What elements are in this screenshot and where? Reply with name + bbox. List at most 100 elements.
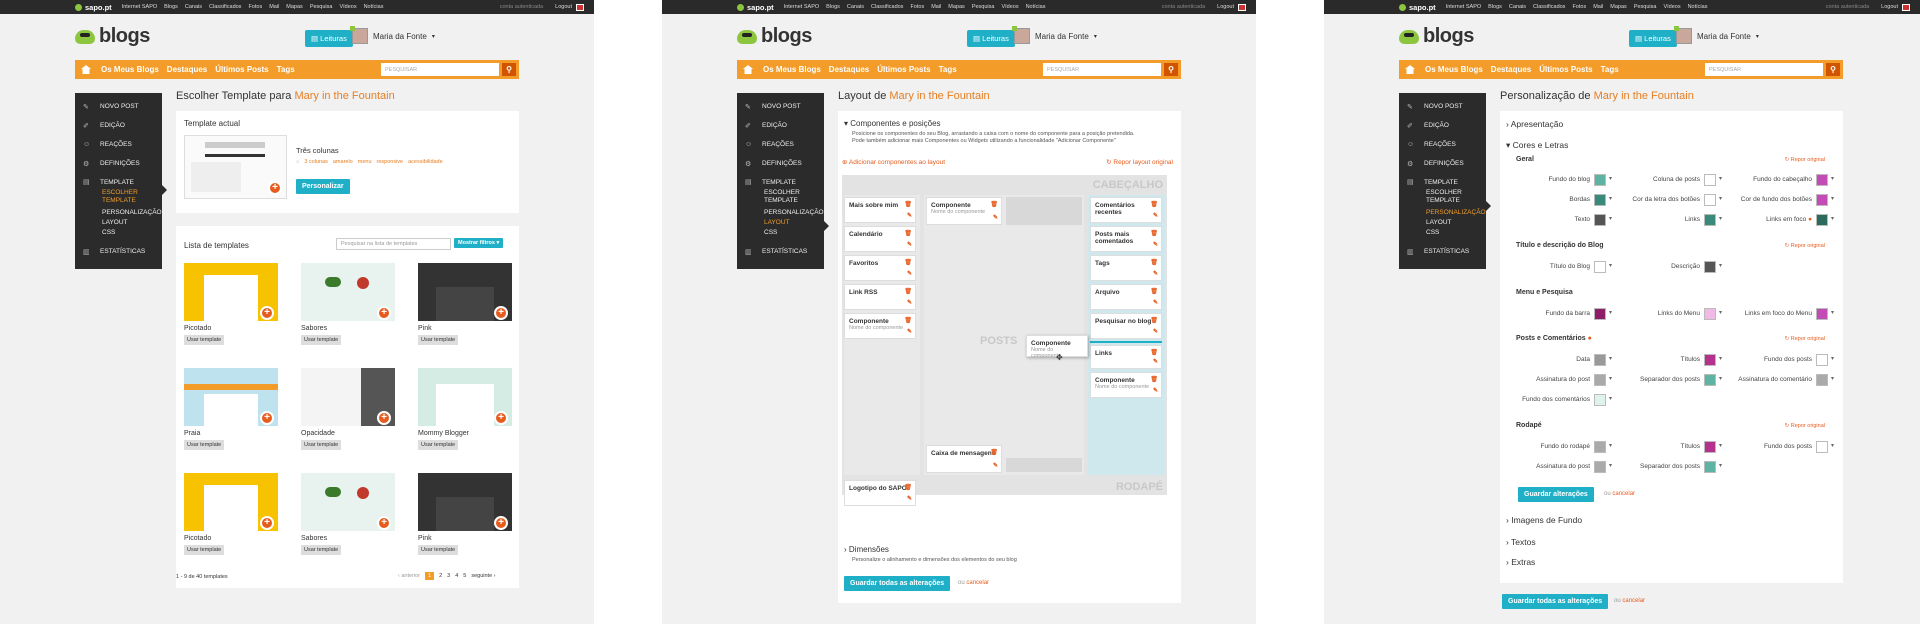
next-page[interactable]: seguinte › [471,573,495,579]
color-swatch[interactable] [1704,194,1722,206]
sidebar-item-edit[interactable]: ✐ EDIÇÃO [75,116,162,135]
component-box[interactable]: Componente Nome do componente 🗑 ✎ [926,197,1002,225]
color-swatch[interactable] [1594,394,1612,406]
search-icon[interactable]: ⚲ [502,63,516,76]
plus-icon[interactable]: + [377,306,391,320]
use-template-button[interactable]: Usar template [301,440,342,450]
component-box[interactable]: Calendário 🗑 ✎ [844,226,916,252]
reset-original-link[interactable]: ↻ Repor original [1785,243,1825,249]
personalize-button[interactable]: Personalizar [296,179,350,194]
color-swatch[interactable] [1594,174,1612,186]
nav-my-blogs[interactable]: Os Meus Blogs [101,65,159,74]
sidebar-sub-choose[interactable]: ESCOLHER TEMPLATE [75,189,138,205]
topbar-link[interactable]: Classificados [1533,4,1565,10]
reset-layout-link[interactable]: ↻ Repor layout original [1106,158,1173,166]
plus-icon[interactable]: + [260,411,274,425]
sidebar-item-new-post[interactable]: ✎ NOVO POST [737,97,824,116]
cancel-link[interactable]: cancelar [1612,491,1635,497]
page-link[interactable]: 4 [455,573,458,579]
sidebar-sub-css[interactable]: CSS [75,228,162,238]
use-template-button[interactable]: Usar template [418,335,459,345]
topbar-link[interactable]: Canais [1509,4,1526,10]
user-menu[interactable]: Maria da Fonte ▾ [1674,26,1759,44]
page-link[interactable]: 2 [439,573,442,579]
sidebar-item-reactions[interactable]: ☺ REAÇÕES [737,135,824,154]
color-swatch[interactable] [1594,461,1612,473]
reset-original-link[interactable]: ↻ Repor original [1785,336,1825,342]
sidebar-sub-personalize[interactable]: PERSONALIZAÇÃO [1399,208,1486,218]
search-icon[interactable]: ⚲ [1826,63,1840,76]
blogs-logo[interactable]: blogs [75,25,150,48]
component-box[interactable]: Caixa de mensagens 🗑 ✎ [926,445,1002,473]
topbar-link[interactable]: Vídeos [1001,4,1018,10]
nav-highlights[interactable]: Destaques [1491,65,1531,74]
component-box[interactable]: Favoritos 🗑 ✎ [844,255,916,281]
plus-icon[interactable]: + [268,181,282,195]
plus-icon[interactable]: + [494,516,508,530]
leituras-button[interactable]: ▤ Leituras [305,30,353,47]
blogs-logo[interactable]: blogs [1399,25,1474,48]
plus-icon[interactable]: + [494,306,508,320]
sidebar-sub-choose[interactable]: ESCOLHER TEMPLATE [1399,189,1462,205]
color-swatch[interactable] [1704,174,1722,186]
logout-link[interactable]: Logout [1217,4,1234,10]
color-swatch[interactable] [1816,174,1834,186]
sidebar-item-settings[interactable]: ⚙ DEFINIÇÕES [737,154,824,173]
color-swatch[interactable] [1594,374,1612,386]
color-swatch[interactable] [1594,214,1612,226]
save-all-button[interactable]: Guardar todas as alterações [1502,594,1609,609]
search-input[interactable]: PESQUISAR [1043,63,1161,76]
cancel-link[interactable]: cancelar [966,580,989,586]
component-box[interactable]: Comentários recentes 🗑 ✎ [1090,197,1162,223]
search-icon[interactable]: ⚲ [1164,63,1178,76]
topbar-link[interactable]: Fotos [1572,4,1586,10]
sidebar-sub-choose[interactable]: ESCOLHER TEMPLATE [737,189,800,205]
cancel-link[interactable]: cancelar [1622,598,1645,604]
sidebar-item-stats[interactable]: ▥ ESTATÍSTICAS [1399,242,1486,261]
nav-tags[interactable]: Tags [939,65,957,74]
color-swatch[interactable] [1704,461,1722,473]
topbar-link[interactable]: Vídeos [1663,4,1680,10]
component-box[interactable]: Logotipo do SAPO 🗑 ✎ [844,480,916,506]
plus-icon[interactable]: + [260,306,274,320]
nav-highlights[interactable]: Destaques [167,65,207,74]
topbar-link[interactable]: Pesquisa [1634,4,1657,10]
sidebar-item-edit[interactable]: ✐ EDIÇÃO [737,116,824,135]
topbar-link[interactable]: Blogs [1488,4,1502,10]
topbar-link[interactable]: Classificados [209,4,241,10]
sapo-logo[interactable]: sapo.pt [1399,3,1436,12]
color-swatch[interactable] [1704,354,1722,366]
sidebar-sub-personalize[interactable]: PERSONALIZAÇÃO [737,208,824,218]
tag-link[interactable]: 3 colunas [304,159,328,165]
color-swatch[interactable] [1704,441,1722,453]
logout-link[interactable]: Logout [1881,4,1898,10]
extras-toggle[interactable]: › Extras [1506,557,1535,567]
topbar-link[interactable]: Internet SAPO [784,4,819,10]
use-template-button[interactable]: Usar template [301,335,342,345]
color-swatch[interactable] [1816,194,1834,206]
topbar-link[interactable]: Mail [1593,4,1603,10]
topbar-link[interactable]: Fotos [910,4,924,10]
sidebar-item-template[interactable]: ▤ TEMPLATE [75,175,162,189]
sidebar-item-stats[interactable]: ▥ ESTATÍSTICAS [75,242,162,261]
presentation-toggle[interactable]: › Apresentação [1506,119,1563,129]
component-box[interactable]: Componente Nome do componente 🗑 ✎ [1090,372,1162,398]
plus-icon[interactable]: + [377,516,391,530]
sidebar-sub-css[interactable]: CSS [1399,228,1486,238]
component-box[interactable]: Posts mais comentados 🗑 ✎ [1090,226,1162,252]
topbar-link[interactable]: Mapas [286,4,303,10]
sidebar-item-edit[interactable]: ✐ EDIÇÃO [1399,116,1486,135]
sidebar-item-settings[interactable]: ⚙ DEFINIÇÕES [1399,154,1486,173]
component-box[interactable]: Link RSS 🗑 ✎ [844,284,916,310]
home-icon[interactable] [81,65,91,74]
topbar-link[interactable]: Blogs [164,4,178,10]
use-template-button[interactable]: Usar template [301,545,342,555]
nav-tags[interactable]: Tags [1601,65,1619,74]
sidebar-item-new-post[interactable]: ✎ NOVO POST [75,97,162,116]
page-link[interactable]: 5 [463,573,466,579]
color-swatch[interactable] [1594,308,1612,320]
nav-highlights[interactable]: Destaques [829,65,869,74]
sidebar-sub-layout[interactable]: LAYOUT [1399,218,1486,228]
sidebar-item-template[interactable]: ▤ TEMPLATE [737,175,824,189]
topbar-link[interactable]: Mail [269,4,279,10]
